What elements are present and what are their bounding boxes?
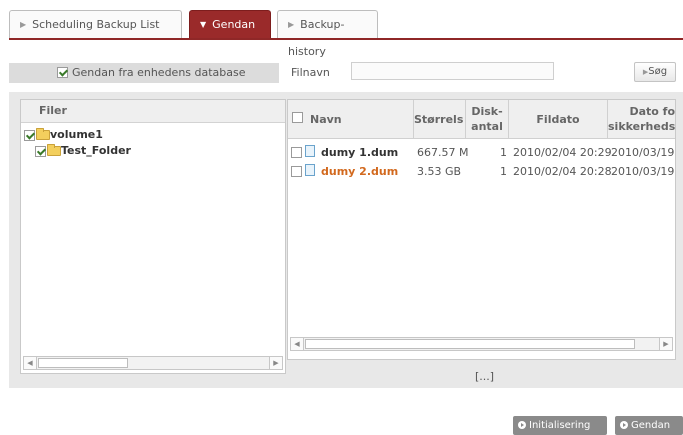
scroll-right-icon[interactable]: ▶ (269, 357, 282, 369)
column-backup-date-label-1: Dato fo (629, 105, 675, 118)
tab-label: Gendan (212, 18, 256, 31)
column-size-label: Størrels (414, 113, 464, 126)
column-file-date[interactable]: Fildato (509, 100, 608, 138)
initialize-button[interactable]: Initialisering (513, 416, 607, 435)
tab-scheduling-backup-list[interactable]: ▶ Scheduling Backup List (9, 10, 182, 38)
scroll-left-icon[interactable]: ◀ (291, 338, 304, 350)
column-backup-date-label-2: sikkerheds (608, 120, 676, 133)
database-option-bar: Gendan fra enhedens database (9, 63, 279, 83)
column-disk-count[interactable]: Disk- antal (466, 100, 509, 138)
tree-item-volume1[interactable]: volume1 (24, 127, 103, 142)
tree-checkbox[interactable] (24, 129, 35, 141)
column-file-date-label: Fildato (536, 113, 580, 126)
caret-down-icon: ▼ (200, 20, 207, 29)
tab-label: Scheduling Backup List (32, 18, 160, 31)
play-circle-icon (620, 421, 628, 429)
file-size: 667.57 M (417, 146, 469, 159)
file-name-link[interactable]: dumy 2.dum (321, 165, 398, 178)
file-icon (305, 164, 315, 176)
scroll-right-icon[interactable]: ▶ (659, 338, 672, 350)
file-date: 2010/02/04 20:29 (513, 146, 612, 159)
initialize-button-label: Initialisering (529, 420, 591, 431)
file-list: Navn Størrels Disk- antal Fildato Dato f… (287, 99, 676, 360)
file-icon (305, 145, 315, 157)
scrollbar-thumb[interactable] (38, 358, 128, 368)
column-name[interactable]: Navn (288, 100, 414, 138)
tree-item-label: volume1 (50, 128, 103, 141)
file-disk-count: 1 (500, 165, 507, 178)
file-disk-count: 1 (500, 146, 507, 159)
column-disk-label-2: antal (471, 120, 503, 133)
column-disk-label-1: Disk- (471, 105, 503, 118)
tree-checkbox[interactable] (35, 145, 46, 157)
caret-right-icon: ▶ (20, 20, 27, 29)
tree-item-test-folder[interactable]: Test_Folder (35, 143, 131, 158)
filename-input[interactable] (351, 62, 554, 80)
file-date: 2010/02/04 20:28 (513, 165, 612, 178)
tab-underline (9, 38, 683, 40)
file-name-link[interactable]: dumy 1.dum (321, 146, 398, 159)
restore-button-label: Gendan (631, 420, 671, 431)
pagination[interactable]: [...] (475, 370, 494, 383)
caret-right-icon: ▶ (288, 20, 295, 29)
folder-tree: Filer volume1 Test_Folder ◀ ▶ (20, 99, 286, 374)
file-backup-date: 2010/03/19 (611, 146, 675, 159)
folder-icon (36, 128, 50, 140)
scroll-left-icon[interactable]: ◀ (24, 357, 37, 369)
file-checkbox[interactable] (291, 166, 302, 177)
tab-backup-history[interactable]: ▶ Backup-history (277, 10, 378, 58)
search-button[interactable]: ▶Søg (634, 62, 676, 82)
tab-gendan[interactable]: ▼ Gendan (189, 10, 271, 38)
file-row[interactable]: dumy 2.dum 3.53 GB 1 2010/02/04 20:28 20… (288, 161, 675, 183)
tree-horizontal-scrollbar[interactable]: ◀ ▶ (23, 356, 283, 370)
file-size: 3.53 GB (417, 165, 462, 178)
file-list-header: Navn Størrels Disk- antal Fildato Dato f… (288, 100, 675, 139)
tab-bar: ▶ Scheduling Backup List ▼ Gendan ▶ Backup-… (9, 10, 683, 58)
search-button-label: Søg (648, 66, 668, 77)
folder-icon (47, 144, 61, 156)
column-backup-date[interactable]: Dato fo sikkerheds (608, 100, 676, 138)
tree-header: Filer (21, 100, 285, 123)
scrollbar-thumb[interactable] (305, 339, 635, 349)
file-list-horizontal-scrollbar[interactable]: ◀ ▶ (290, 337, 673, 351)
restore-from-db-label: Gendan fra enhedens database (72, 66, 246, 79)
tree-item-label: Test_Folder (61, 144, 131, 157)
play-circle-icon (518, 421, 526, 429)
select-all-checkbox[interactable] (292, 112, 303, 123)
filename-label: Filnavn (291, 66, 330, 79)
column-size[interactable]: Størrels (414, 100, 466, 138)
column-name-label: Navn (310, 113, 342, 126)
file-backup-date: 2010/03/19 (611, 165, 675, 178)
file-checkbox[interactable] (291, 147, 302, 158)
restore-button[interactable]: Gendan (615, 416, 683, 435)
restore-from-db-checkbox[interactable] (57, 67, 68, 78)
restore-panel: Filer volume1 Test_Folder ◀ ▶ Navn Størr… (9, 92, 683, 388)
